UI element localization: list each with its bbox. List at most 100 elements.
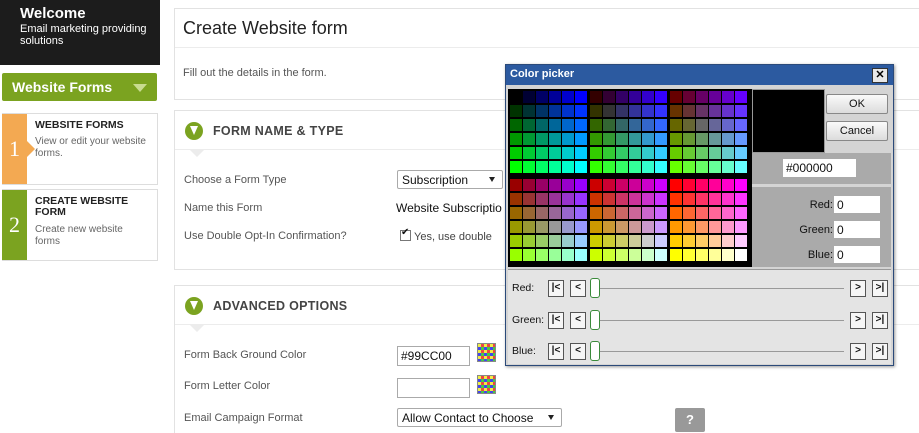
color-swatch[interactable]	[696, 119, 708, 131]
color-swatch[interactable]	[642, 207, 654, 219]
slider-track[interactable]	[594, 288, 844, 289]
color-swatch[interactable]	[655, 147, 667, 159]
color-swatch[interactable]	[590, 179, 602, 191]
color-swatch[interactable]	[696, 91, 708, 103]
color-swatch[interactable]	[510, 235, 522, 247]
last-button[interactable]: >|	[872, 312, 888, 329]
prev-button[interactable]: <	[570, 280, 586, 297]
color-swatch[interactable]	[603, 249, 615, 261]
color-swatch[interactable]	[642, 161, 654, 173]
color-swatch[interactable]	[722, 207, 734, 219]
color-swatch[interactable]	[523, 91, 535, 103]
color-swatch[interactable]	[629, 147, 641, 159]
color-swatch[interactable]	[735, 207, 747, 219]
color-swatch[interactable]	[670, 221, 682, 233]
color-swatch[interactable]	[575, 235, 587, 247]
color-swatch[interactable]	[655, 161, 667, 173]
color-swatch[interactable]	[536, 147, 548, 159]
color-swatch[interactable]	[735, 249, 747, 261]
step-website-forms[interactable]: 1 WEBSITE FORMS View or edit your websit…	[2, 113, 158, 185]
color-swatch[interactable]	[536, 179, 548, 191]
color-swatch[interactable]	[510, 147, 522, 159]
color-swatch[interactable]	[523, 119, 535, 131]
color-swatch[interactable]	[549, 207, 561, 219]
next-button[interactable]: >	[850, 280, 866, 297]
color-swatch[interactable]	[670, 193, 682, 205]
color-swatch[interactable]	[575, 221, 587, 233]
color-swatch[interactable]	[735, 105, 747, 117]
color-swatch[interactable]	[696, 105, 708, 117]
color-swatch[interactable]	[709, 161, 721, 173]
color-swatch[interactable]	[683, 119, 695, 131]
color-swatch[interactable]	[510, 207, 522, 219]
color-swatch[interactable]	[523, 193, 535, 205]
color-swatch[interactable]	[709, 105, 721, 117]
color-swatch[interactable]	[722, 147, 734, 159]
color-swatch[interactable]	[655, 119, 667, 131]
color-swatch[interactable]	[709, 119, 721, 131]
color-swatch[interactable]	[616, 221, 628, 233]
color-swatch[interactable]	[603, 193, 615, 205]
color-swatch[interactable]	[523, 179, 535, 191]
color-swatch[interactable]	[523, 221, 535, 233]
color-swatch[interactable]	[683, 105, 695, 117]
blue-input[interactable]: 0	[833, 245, 881, 264]
help-button[interactable]: ?	[675, 408, 705, 432]
campaign-format-select[interactable]: Allow Contact to Choose	[397, 408, 562, 427]
color-swatch[interactable]	[629, 133, 641, 145]
color-swatch[interactable]	[722, 91, 734, 103]
color-swatch[interactable]	[670, 249, 682, 261]
color-swatch[interactable]	[590, 147, 602, 159]
first-button[interactable]: |<	[548, 343, 564, 360]
color-swatch[interactable]	[670, 119, 682, 131]
double-optin-checkbox[interactable]: Yes, use double	[400, 227, 492, 243]
color-swatch[interactable]	[575, 133, 587, 145]
color-swatch[interactable]	[603, 221, 615, 233]
color-swatch[interactable]	[590, 133, 602, 145]
prev-button[interactable]: <	[570, 312, 586, 329]
color-swatch[interactable]	[510, 105, 522, 117]
color-swatch[interactable]	[655, 235, 667, 247]
color-swatch[interactable]	[562, 91, 574, 103]
color-swatch[interactable]	[510, 179, 522, 191]
color-swatch[interactable]	[642, 133, 654, 145]
first-button[interactable]: |<	[548, 312, 564, 329]
color-swatch[interactable]	[683, 249, 695, 261]
color-swatch[interactable]	[603, 119, 615, 131]
color-swatch[interactable]	[670, 105, 682, 117]
color-swatch[interactable]	[616, 147, 628, 159]
color-swatch[interactable]	[629, 249, 641, 261]
form-type-select[interactable]: Subscription	[397, 170, 503, 189]
color-swatch[interactable]	[616, 105, 628, 117]
color-swatch[interactable]	[603, 161, 615, 173]
color-swatch[interactable]	[735, 91, 747, 103]
color-swatch[interactable]	[562, 221, 574, 233]
color-swatch[interactable]	[523, 133, 535, 145]
color-swatch[interactable]	[590, 91, 602, 103]
color-swatch[interactable]	[722, 235, 734, 247]
color-swatch[interactable]	[510, 119, 522, 131]
color-swatch[interactable]	[616, 235, 628, 247]
slider-thumb[interactable]	[590, 278, 600, 298]
color-swatch[interactable]	[696, 133, 708, 145]
color-swatch[interactable]	[642, 119, 654, 131]
color-swatch[interactable]	[722, 249, 734, 261]
color-swatch[interactable]	[735, 179, 747, 191]
color-swatch[interactable]	[603, 147, 615, 159]
color-swatch[interactable]	[735, 235, 747, 247]
color-swatch[interactable]	[629, 207, 641, 219]
color-swatch[interactable]	[709, 249, 721, 261]
color-swatch[interactable]	[722, 161, 734, 173]
color-swatch[interactable]	[590, 249, 602, 261]
color-swatch[interactable]	[510, 193, 522, 205]
color-swatch[interactable]	[562, 161, 574, 173]
color-swatch[interactable]	[735, 133, 747, 145]
color-swatch[interactable]	[696, 249, 708, 261]
color-swatch[interactable]	[655, 249, 667, 261]
color-swatch[interactable]	[603, 133, 615, 145]
color-swatch[interactable]	[655, 105, 667, 117]
green-input[interactable]: 0	[833, 220, 881, 239]
color-swatch[interactable]	[590, 105, 602, 117]
color-swatch[interactable]	[523, 207, 535, 219]
color-swatch[interactable]	[575, 179, 587, 191]
